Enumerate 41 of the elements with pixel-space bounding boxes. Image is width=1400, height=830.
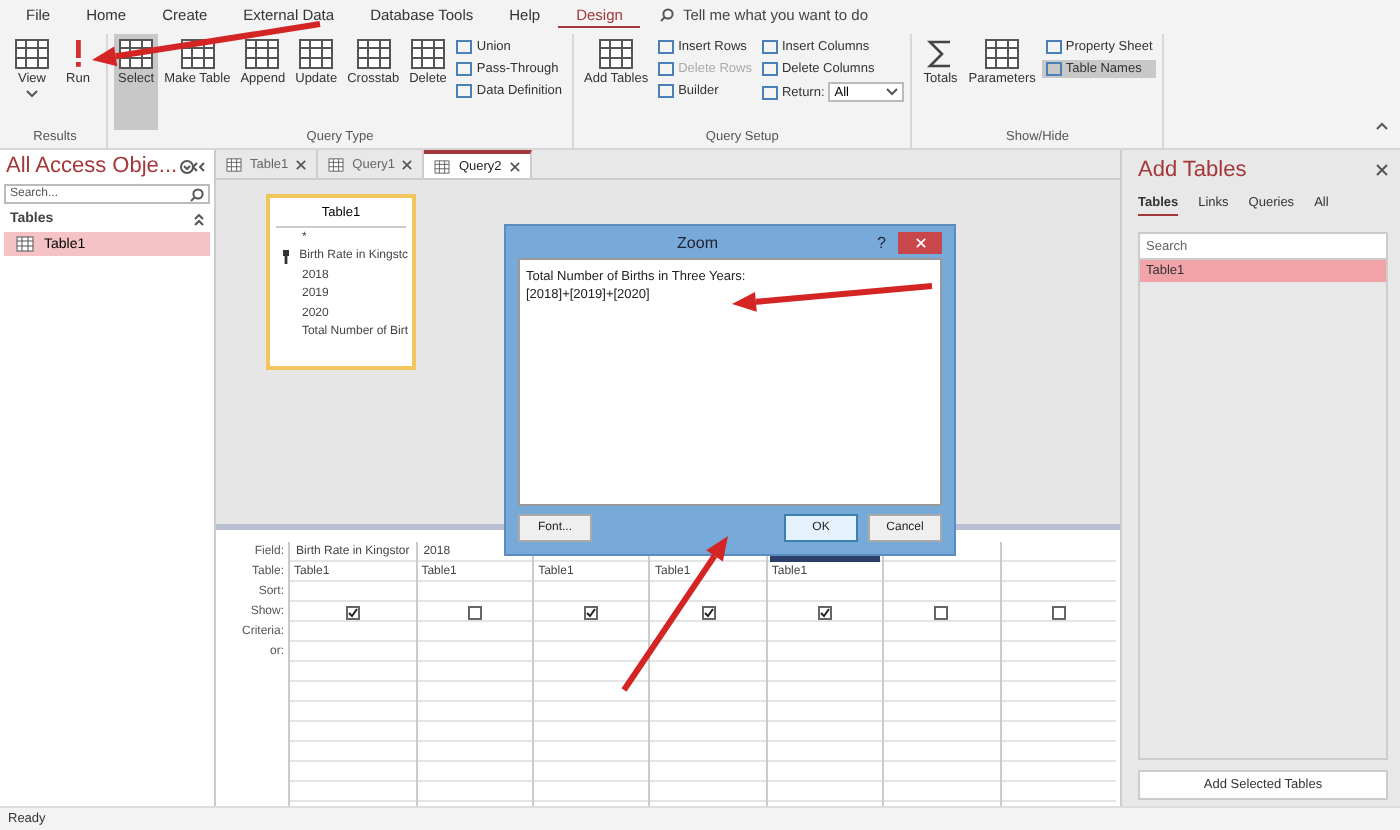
dropdown-caret-icon <box>26 90 38 98</box>
show-checkbox[interactable] <box>818 605 833 619</box>
key-icon <box>282 249 291 264</box>
checkmark-icon <box>347 607 358 617</box>
close-icon[interactable] <box>1376 164 1388 176</box>
close-icon <box>915 237 925 247</box>
table-grid-icon <box>298 38 335 70</box>
table-grid-icon <box>16 236 34 252</box>
table-grid-icon <box>14 38 50 70</box>
close-icon[interactable] <box>509 161 520 171</box>
table-grid-icon <box>226 157 242 171</box>
checkmark-icon <box>703 607 714 617</box>
table-grid-icon <box>410 38 446 70</box>
checkmark-icon <box>586 607 597 617</box>
pane-menu-icon[interactable] <box>180 159 208 173</box>
show-checkbox[interactable] <box>467 605 482 619</box>
checkmark-icon <box>820 607 831 617</box>
table-grid-icon <box>328 157 345 171</box>
close-icon[interactable] <box>296 159 307 169</box>
table-grid-icon <box>355 38 392 70</box>
collapse-ribbon-icon[interactable] <box>1376 122 1388 130</box>
nav-pane-title: All Access Obje... <box>6 154 178 178</box>
show-checkbox[interactable] <box>701 605 716 619</box>
table-grid-icon <box>434 159 451 173</box>
dropdown-caret-icon <box>886 88 899 96</box>
search-icon <box>660 8 675 22</box>
pane-title: Add Tables <box>1138 158 1247 182</box>
table-grid-icon <box>244 38 281 70</box>
help-button[interactable]: ? <box>877 233 886 251</box>
exclamation-icon <box>75 40 81 68</box>
search-icon <box>190 187 204 201</box>
table-grid-icon <box>984 38 1021 70</box>
show-checkbox[interactable] <box>584 605 599 619</box>
show-checkbox[interactable] <box>1051 605 1066 619</box>
collapse-section-icon[interactable] <box>194 213 204 225</box>
show-checkbox[interactable] <box>934 605 949 619</box>
table-grid-icon <box>598 38 635 70</box>
close-icon[interactable] <box>402 159 413 169</box>
show-checkbox[interactable] <box>345 605 360 619</box>
dialog-close-button[interactable] <box>898 231 942 253</box>
dialog-title: Zoom <box>675 233 720 251</box>
